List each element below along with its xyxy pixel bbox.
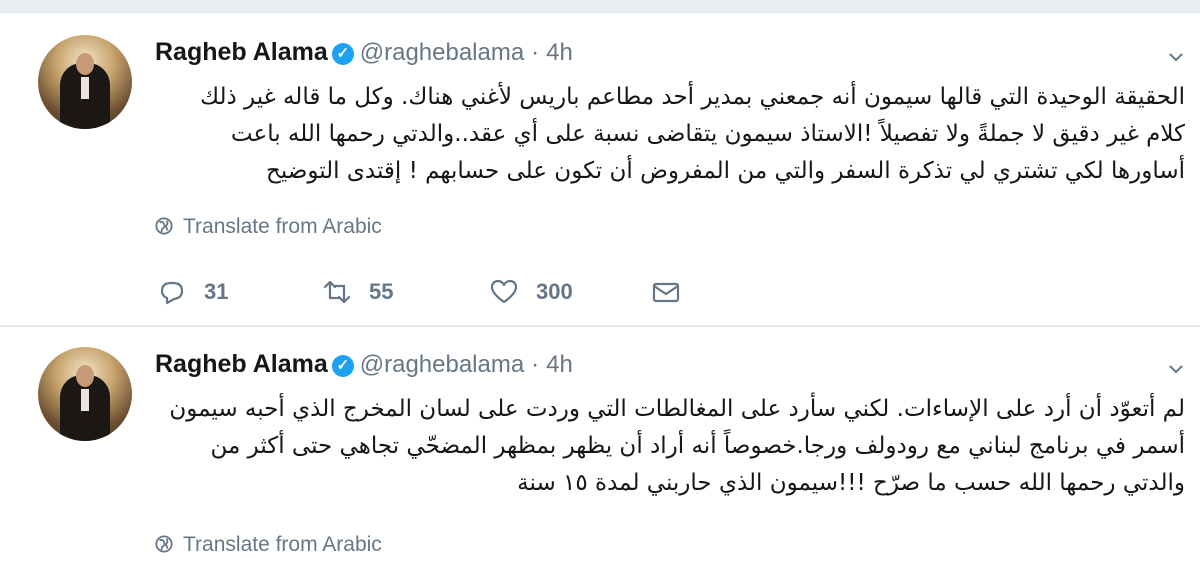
separator: · <box>531 39 540 66</box>
verified-badge-icon: ✓ <box>331 355 354 377</box>
tweet[interactable]: Ragheb Alama ✓ @raghebalama · 4h لم أتعوّد… <box>0 327 1200 581</box>
like-icon <box>490 279 518 304</box>
avatar[interactable] <box>38 35 132 129</box>
translate-label[interactable]: Translate from Arabic <box>183 533 382 556</box>
avatar-face <box>76 53 94 75</box>
tweet-time[interactable]: 4h <box>546 39 573 66</box>
translate-label[interactable]: Translate from Arabic <box>183 215 382 238</box>
globe-icon <box>155 217 173 235</box>
retweet-icon <box>323 280 351 304</box>
tweet-text: لم أتعوّد أن أرد على الإساءات. لكني سأرد… <box>169 396 1185 496</box>
tweet-actions: 31 55 300 <box>158 278 698 312</box>
retweet-button[interactable]: 55 <box>323 278 393 306</box>
verified-badge-icon: ✓ <box>331 43 354 65</box>
reply-count: 31 <box>204 279 229 304</box>
tweet-text: الحقيقة الوحيدة التي قالها سيمون أنه جمع… <box>200 84 1185 184</box>
like-button[interactable]: 300 <box>490 278 573 306</box>
author-handle[interactable]: @raghebalama <box>360 351 524 378</box>
author-handle[interactable]: @raghebalama <box>360 39 524 66</box>
reply-icon <box>160 281 184 305</box>
translate-link[interactable]: Translate from Arabic <box>155 215 382 239</box>
tweet-header: Ragheb Alama ✓ @raghebalama · 4h <box>155 350 573 379</box>
globe-icon <box>155 535 173 553</box>
avatar-face <box>76 365 94 387</box>
direct-message-icon <box>652 282 680 303</box>
chevron-down-icon[interactable] <box>1168 49 1184 65</box>
like-count: 300 <box>536 279 573 304</box>
translate-link[interactable]: Translate from Arabic <box>155 533 382 557</box>
avatar[interactable] <box>38 347 132 441</box>
reply-button[interactable]: 31 <box>158 278 228 306</box>
author-name[interactable]: Ragheb Alama <box>155 38 328 66</box>
avatar-shirt <box>81 389 89 411</box>
separator: · <box>531 351 540 378</box>
retweet-count: 55 <box>369 279 394 304</box>
chevron-down-icon[interactable] <box>1168 361 1184 377</box>
author-name[interactable]: Ragheb Alama <box>155 350 328 378</box>
direct-message-button[interactable] <box>652 278 698 306</box>
tweet-header: Ragheb Alama ✓ @raghebalama · 4h <box>155 38 573 67</box>
tweet-time[interactable]: 4h <box>546 351 573 378</box>
top-divider <box>0 0 1200 13</box>
tweet[interactable]: Ragheb Alama ✓ @raghebalama · 4h الحقيقة ا… <box>0 13 1200 327</box>
avatar-shirt <box>81 77 89 99</box>
